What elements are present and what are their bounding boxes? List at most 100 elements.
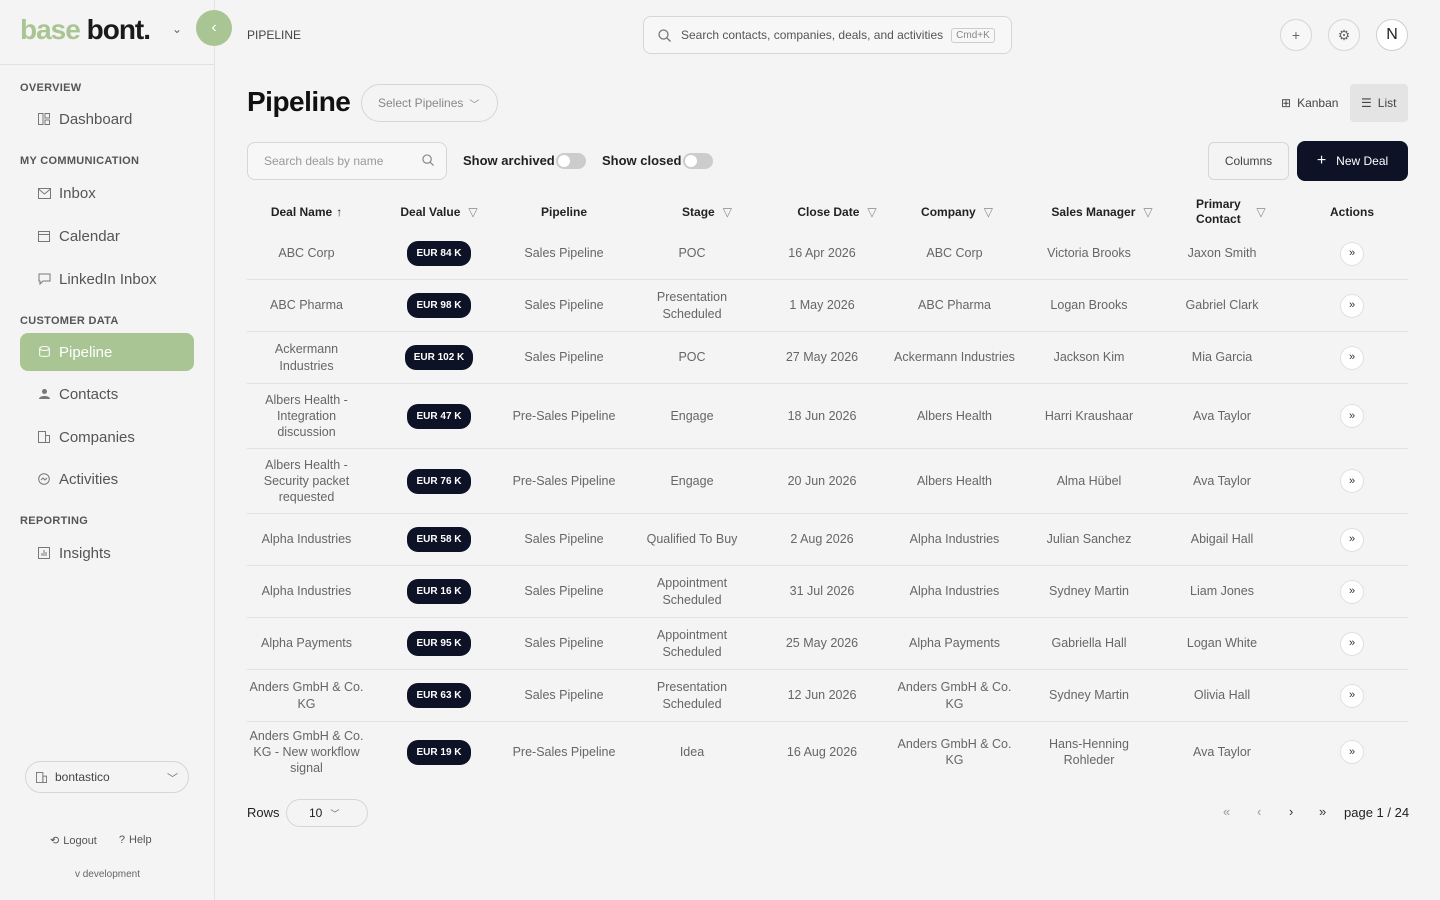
sales-manager-text: Sydney Martin: [1049, 688, 1129, 703]
column-header-primary-contact[interactable]: Primary Contact ▽: [1172, 196, 1282, 228]
primary-contact-text: Gabriel Clark: [1185, 298, 1259, 313]
header-label: Company: [921, 204, 976, 219]
sidebar-item-dashboard[interactable]: Dashboard: [20, 100, 194, 138]
new-deal-button[interactable]: + New Deal: [1297, 141, 1408, 181]
primary-contact-cell: Ava Taylor: [1162, 384, 1282, 448]
stage-cell: Appointment Scheduled: [632, 618, 752, 669]
column-header-stage[interactable]: Stage ▽: [632, 196, 782, 228]
deal-value-badge: EUR 95 K: [407, 631, 471, 656]
table-row[interactable]: Alpha Industries EUR 16 K Sales Pipeline Ap…: [247, 566, 1408, 618]
calendar-icon: [37, 229, 51, 243]
table-row[interactable]: Alpha Payments EUR 95 K Sales Pipeline Appo…: [247, 618, 1408, 670]
kanban-view-button[interactable]: ⊞ Kanban: [1270, 84, 1349, 122]
open-deal-button[interactable]: »: [1340, 469, 1364, 493]
column-header-deal-name[interactable]: Deal Name ↑: [247, 196, 366, 228]
prev-page-icon[interactable]: ‹: [1257, 804, 1261, 819]
settings-button[interactable]: ⚙: [1328, 19, 1360, 51]
primary-contact-cell: Ava Taylor: [1162, 449, 1282, 513]
sidebar-item-contacts[interactable]: Contacts: [20, 375, 194, 413]
filter-icon[interactable]: ▽: [867, 205, 876, 220]
logout-link[interactable]: ⟲ Logout: [50, 834, 97, 847]
filter-icon[interactable]: ▽: [1256, 205, 1265, 220]
column-header-close-date[interactable]: Close Date ▽: [762, 196, 912, 228]
rows-per-page-value: 10: [309, 806, 323, 820]
table-row[interactable]: Alpha Industries EUR 58 K Sales Pipeline Qu…: [247, 514, 1408, 566]
table-row[interactable]: ABC Corp EUR 84 K Sales Pipeline POC 16 Apr …: [247, 228, 1408, 280]
page-title: Pipeline: [247, 86, 351, 117]
show-archived-toggle[interactable]: [556, 153, 586, 169]
rows-per-page-select[interactable]: 10 ﹀: [286, 799, 368, 827]
close-date-text: 16 Apr 2026: [788, 246, 856, 261]
deal-name-text: Ackermann Industries: [274, 342, 339, 373]
deal-value-cell: EUR 76 K: [380, 449, 498, 513]
add-button[interactable]: +: [1280, 19, 1312, 51]
chevron-down-icon[interactable]: ⌄: [172, 22, 182, 36]
help-label: Help: [129, 834, 152, 846]
first-page-icon[interactable]: «: [1223, 804, 1230, 819]
open-deal-button[interactable]: »: [1340, 241, 1364, 266]
open-deal-button[interactable]: »: [1340, 740, 1364, 764]
stage-text: Engage: [670, 408, 714, 423]
version-label: v development: [74, 869, 141, 880]
open-deal-button[interactable]: »: [1340, 579, 1364, 604]
stage-cell: Qualified To Buy: [632, 514, 752, 565]
open-deal-button[interactable]: »: [1340, 683, 1364, 708]
sales-manager-cell: Sydney Martin: [1027, 566, 1151, 617]
close-date-text: 20 Jun 2026: [787, 473, 857, 488]
help-link[interactable]: ? Help: [119, 834, 152, 847]
sidebar-item-calendar[interactable]: Calendar: [20, 217, 194, 255]
logo[interactable]: base bont.: [20, 14, 151, 46]
database-icon: [37, 345, 51, 359]
activity-icon: [37, 472, 51, 486]
next-page-icon[interactable]: ›: [1289, 804, 1293, 819]
deal-name-text: Alpha Payments: [260, 636, 353, 651]
sidebar-item-activities[interactable]: Activities: [20, 460, 194, 498]
avatar[interactable]: N: [1376, 19, 1408, 51]
filter-icon[interactable]: ▽: [723, 205, 732, 220]
filter-icon[interactable]: ▽: [984, 205, 993, 220]
open-deal-button[interactable]: »: [1340, 527, 1364, 552]
filter-icon[interactable]: ▽: [1143, 205, 1152, 220]
last-page-icon[interactable]: »: [1319, 804, 1326, 819]
table-row[interactable]: Anders GmbH & Co. KG - New workflow sign…: [247, 722, 1408, 782]
header-label: Primary Contact: [1196, 197, 1241, 226]
sidebar-item-companies[interactable]: Companies: [20, 418, 194, 456]
primary-contact-cell: Mia Garcia: [1162, 332, 1282, 383]
filter-icon[interactable]: ▽: [468, 205, 477, 220]
table-row[interactable]: Albers Health - Integration discussion EU…: [247, 384, 1408, 449]
column-header-pipeline[interactable]: Pipeline: [501, 196, 627, 228]
open-deal-button[interactable]: »: [1340, 631, 1364, 656]
search-icon: [422, 154, 434, 169]
primary-contact-text: Ava Taylor: [1193, 408, 1251, 423]
open-deal-button[interactable]: »: [1340, 345, 1364, 370]
sidebar-item-inbox[interactable]: Inbox: [20, 174, 194, 212]
deal-search-input[interactable]: Search deals by name: [247, 142, 447, 180]
actions-cell: »: [1307, 514, 1397, 565]
list-view-button[interactable]: ☰ List: [1350, 84, 1408, 122]
table-row[interactable]: Anders GmbH & Co. KG EUR 63 K Sales Pipeli…: [247, 670, 1408, 722]
global-search-input[interactable]: Search contacts, companies, deals, and a…: [643, 16, 1012, 54]
pipeline-text: Sales Pipeline: [524, 532, 604, 547]
company-text: Anders GmbH & Co. KG: [897, 736, 1012, 767]
sidebar-item-insights[interactable]: Insights: [20, 534, 194, 572]
column-header-company[interactable]: Company ▽: [892, 196, 1022, 228]
column-header-deal-value[interactable]: Deal Value ▽: [366, 196, 512, 228]
table-row[interactable]: ABC Pharma EUR 98 K Sales Pipeline Presenta…: [247, 280, 1408, 332]
nav-section-title: CUSTOMER DATA: [20, 315, 119, 327]
sidebar-item-pipeline[interactable]: Pipeline: [20, 333, 194, 371]
sales-manager-cell: Logan Brooks: [1027, 280, 1151, 331]
company-cell: Anders GmbH & Co. KG: [892, 722, 1017, 782]
open-deal-button[interactable]: »: [1340, 404, 1364, 428]
table-row[interactable]: Albers Health - Security packet requeste…: [247, 449, 1408, 514]
deal-name-text: Alpha Industries: [261, 584, 352, 599]
column-header-sales-manager[interactable]: Sales Manager ▽: [1022, 196, 1182, 228]
show-closed-toggle[interactable]: [683, 153, 713, 169]
sidebar-item-linkedin-inbox[interactable]: LinkedIn Inbox: [20, 260, 194, 298]
collapse-sidebar-button[interactable]: ‹: [196, 10, 232, 46]
columns-button[interactable]: Columns: [1208, 142, 1289, 180]
table-row[interactable]: Ackermann Industries EUR 102 K Sales Pipel…: [247, 332, 1408, 384]
workspace-select[interactable]: bontastico ﹀: [25, 761, 189, 793]
open-deal-button[interactable]: »: [1340, 293, 1364, 318]
select-pipelines-dropdown[interactable]: Select Pipelines ﹀: [361, 84, 498, 122]
primary-contact-cell: Abigail Hall: [1162, 514, 1282, 565]
